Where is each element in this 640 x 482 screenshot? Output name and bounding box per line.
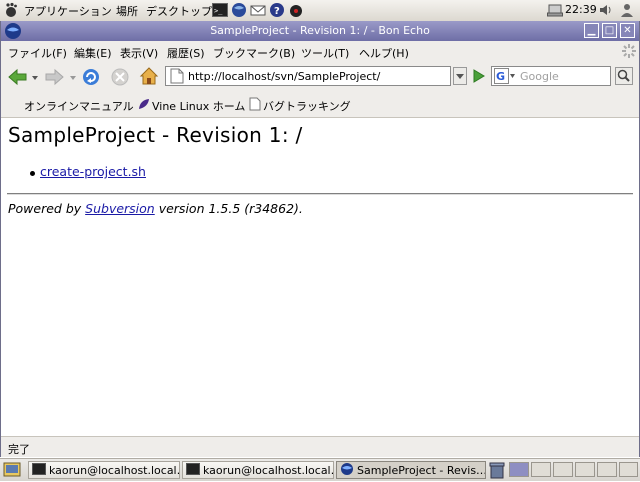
menu-view[interactable]: 表示(V) bbox=[120, 45, 158, 61]
workspace-6[interactable] bbox=[619, 462, 638, 477]
task-terminal-1[interactable]: kaorun@localhost.local… bbox=[28, 461, 180, 479]
maximize-button[interactable]: □ bbox=[602, 23, 617, 38]
list-bullet bbox=[30, 171, 35, 176]
bookmark-vine-linux-home[interactable]: Vine Linux ホーム bbox=[152, 98, 245, 114]
footer-suffix: version 1.5.5 (r34862). bbox=[154, 201, 303, 216]
url-history-dropdown[interactable] bbox=[453, 67, 467, 85]
menu-bookmarks[interactable]: ブックマーク(B) bbox=[213, 45, 295, 61]
workspace-4[interactable] bbox=[575, 462, 595, 477]
workspace-5[interactable] bbox=[597, 462, 617, 477]
menu-tools[interactable]: ツール(T) bbox=[301, 45, 349, 61]
terminal-icon bbox=[186, 462, 200, 476]
minimize-button[interactable]: ▁ bbox=[584, 23, 599, 38]
menu-file[interactable]: ファイル(F) bbox=[8, 45, 67, 61]
home-button[interactable] bbox=[139, 66, 159, 86]
page-icon bbox=[170, 68, 184, 84]
back-button[interactable] bbox=[7, 67, 29, 87]
system-monitor-icon[interactable] bbox=[288, 2, 304, 18]
help-launcher-icon[interactable]: ? bbox=[269, 2, 285, 18]
search-placeholder: Google bbox=[520, 70, 559, 83]
reload-button[interactable] bbox=[81, 67, 101, 87]
svg-text:G: G bbox=[496, 70, 505, 83]
volume-icon[interactable] bbox=[598, 2, 614, 18]
workspace-2[interactable] bbox=[531, 462, 551, 477]
trash-icon[interactable] bbox=[488, 461, 506, 479]
gnome-foot-icon[interactable] bbox=[3, 2, 19, 18]
window-title: SampleProject - Revision 1: / - Bon Echo bbox=[210, 24, 430, 37]
window-titlebar[interactable]: SampleProject - Revision 1: / - Bon Echo… bbox=[1, 21, 639, 41]
svg-text:>_: >_ bbox=[214, 7, 223, 15]
bookmark-online-manual[interactable]: オンラインマニュアル bbox=[24, 98, 134, 114]
go-button[interactable] bbox=[470, 67, 486, 85]
applications-menu[interactable]: アプリケーション bbox=[24, 3, 112, 19]
divider bbox=[7, 193, 633, 195]
footer-prefix: Powered by bbox=[8, 201, 86, 216]
menu-edit[interactable]: 編集(E) bbox=[74, 45, 112, 61]
task-browser[interactable]: SampleProject - Revis… bbox=[336, 461, 486, 479]
svg-text:?: ? bbox=[274, 6, 280, 17]
bottom-panel: kaorun@localhost.local… kaorun@localhost… bbox=[0, 458, 640, 481]
status-text: 完了 bbox=[8, 443, 30, 456]
workspace-1[interactable] bbox=[509, 462, 529, 477]
close-button[interactable]: ✕ bbox=[620, 23, 635, 38]
file-link[interactable]: create-project.sh bbox=[40, 164, 146, 179]
status-bar: 完了 bbox=[1, 436, 639, 457]
browser-window: SampleProject - Revision 1: / - Bon Echo… bbox=[0, 21, 640, 457]
search-box[interactable]: G Google bbox=[491, 66, 611, 86]
forward-button[interactable] bbox=[43, 67, 65, 87]
browser-launcher-icon[interactable] bbox=[231, 2, 247, 18]
task-label: kaorun@localhost.local… bbox=[203, 464, 334, 477]
page-content: SampleProject - Revision 1: / create-pro… bbox=[1, 118, 639, 436]
stop-button[interactable] bbox=[110, 67, 130, 87]
menu-help[interactable]: ヘルプ(H) bbox=[359, 45, 409, 61]
menu-bar: ファイル(F) 編集(E) 表示(V) 履歴(S) ブックマーク(B) ツール(… bbox=[1, 41, 639, 62]
bookmark-page-icon bbox=[249, 97, 261, 111]
url-bar[interactable]: http://localhost/svn/SampleProject/ bbox=[165, 66, 451, 86]
user-switcher-icon[interactable] bbox=[619, 2, 635, 18]
throbber-icon bbox=[621, 43, 637, 59]
task-label: SampleProject - Revis… bbox=[357, 464, 486, 477]
mail-launcher-icon[interactable] bbox=[250, 2, 266, 18]
url-text[interactable]: http://localhost/svn/SampleProject/ bbox=[188, 70, 380, 83]
task-label: kaorun@localhost.local… bbox=[49, 464, 180, 477]
forward-history-dropdown[interactable] bbox=[69, 72, 77, 80]
menu-history[interactable]: 履歴(S) bbox=[167, 45, 205, 61]
places-menu[interactable]: 場所 bbox=[116, 3, 138, 19]
clock[interactable]: 22:39 bbox=[565, 3, 597, 16]
bookmark-bug-tracking[interactable]: バグトラッキング bbox=[263, 98, 351, 114]
search-engine-icon[interactable]: G bbox=[494, 68, 516, 84]
top-panel: アプリケーション 場所 デスクトップ >_ ? 22:39 bbox=[0, 0, 640, 22]
terminal-icon bbox=[32, 462, 46, 476]
show-desktop-icon[interactable] bbox=[3, 461, 21, 479]
page-footer: Powered by Subversion version 1.5.5 (r34… bbox=[8, 201, 303, 216]
search-button[interactable] bbox=[615, 67, 633, 85]
desktop-menu[interactable]: デスクトップ bbox=[146, 3, 212, 19]
task-terminal-2[interactable]: kaorun@localhost.local… bbox=[182, 461, 334, 479]
bookmarks-toolbar: オンラインマニュアル Vine Linux ホーム バグトラッキング bbox=[1, 92, 639, 118]
subversion-link[interactable]: Subversion bbox=[85, 201, 155, 216]
page-heading: SampleProject - Revision 1: / bbox=[8, 123, 303, 147]
workspace-3[interactable] bbox=[553, 462, 573, 477]
laptop-status-icon[interactable] bbox=[547, 2, 563, 18]
back-history-dropdown[interactable] bbox=[31, 72, 39, 80]
terminal-launcher-icon[interactable]: >_ bbox=[212, 2, 228, 18]
vine-leaf-icon bbox=[137, 97, 151, 111]
browser-globe-icon bbox=[340, 462, 354, 476]
navigation-toolbar: http://localhost/svn/SampleProject/ G Go… bbox=[1, 62, 639, 92]
